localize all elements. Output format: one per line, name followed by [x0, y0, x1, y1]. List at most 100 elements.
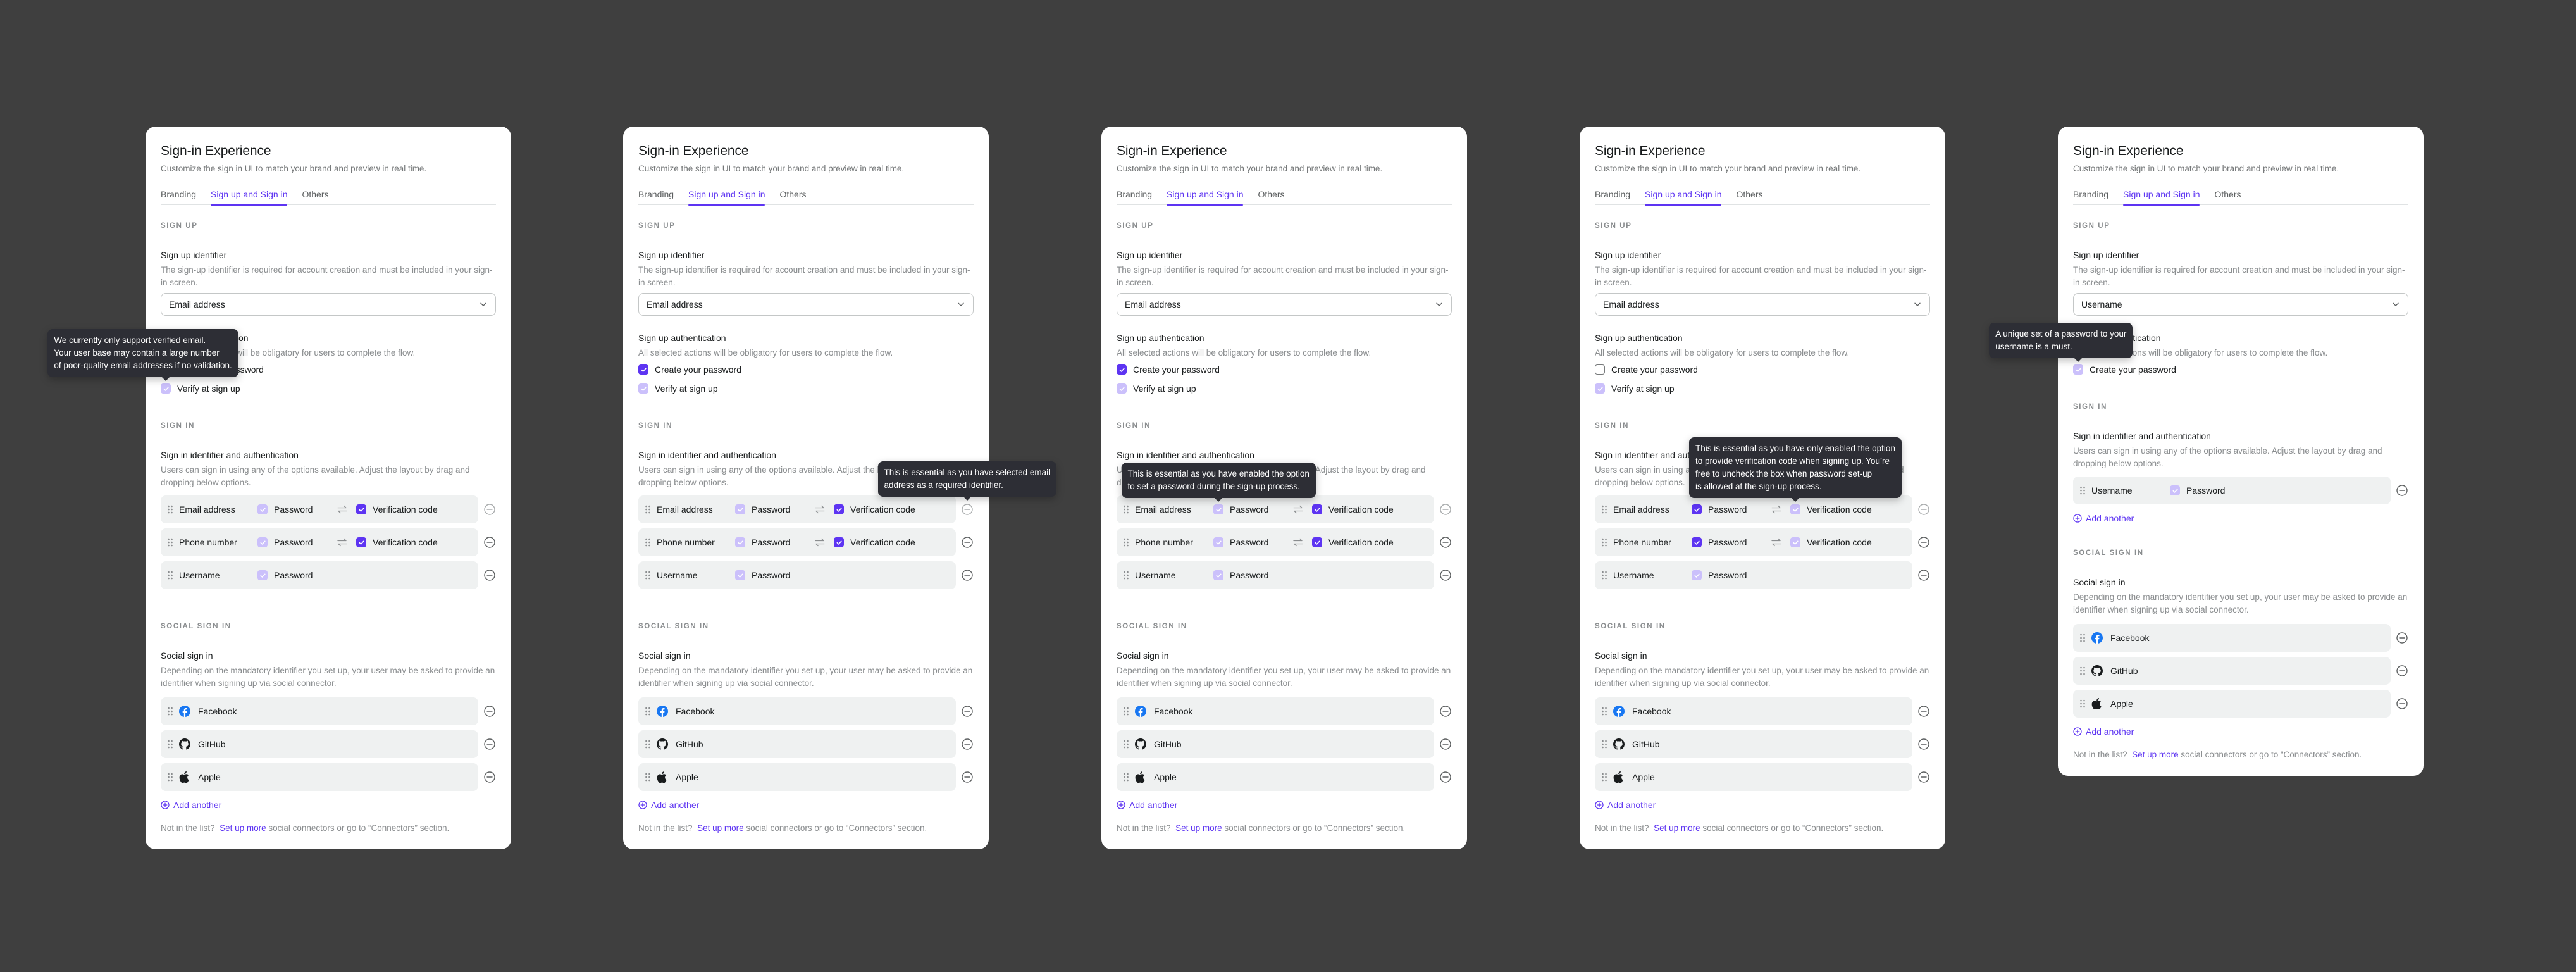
remove-connector-icon[interactable]: [2396, 664, 2408, 677]
swap-order-icon[interactable]: [336, 538, 349, 547]
create-password-option[interactable]: Create your password: [1595, 363, 1930, 376]
set-up-more-link[interactable]: Set up more: [2132, 750, 2179, 759]
sign-up-identifier-select[interactable]: Email address: [161, 293, 496, 316]
password-option[interactable]: Password: [257, 570, 330, 580]
swap-order-icon[interactable]: [814, 538, 826, 547]
drag-handle-icon[interactable]: [167, 571, 173, 580]
remove-connector-icon[interactable]: [1917, 705, 1930, 718]
drag-handle-icon[interactable]: [645, 740, 651, 749]
verification-code-checkbox[interactable]: [834, 504, 844, 514]
verification-code-option[interactable]: Verification code: [834, 537, 915, 547]
social-connector-row[interactable]: Apple: [2073, 690, 2391, 718]
add-social-connector-button[interactable]: Add another: [1595, 800, 1656, 810]
sign-in-identifier-row[interactable]: Username Password: [161, 561, 478, 589]
tab-branding[interactable]: Branding: [161, 189, 196, 205]
sign-in-identifier-row[interactable]: Username Password: [1117, 561, 1434, 589]
drag-handle-icon[interactable]: [2079, 633, 2086, 642]
tab-branding[interactable]: Branding: [1117, 189, 1152, 205]
verification-code-option[interactable]: Verification code: [1790, 537, 1872, 547]
sign-in-identifier-row[interactable]: Phone number Password Verification code: [1595, 528, 1912, 556]
drag-handle-icon[interactable]: [645, 773, 651, 782]
remove-connector-icon[interactable]: [1439, 705, 1452, 718]
social-connector-row[interactable]: Facebook: [161, 697, 478, 725]
sign-in-identifier-row[interactable]: Username Password: [2073, 477, 2391, 504]
social-connector-row[interactable]: GitHub: [2073, 657, 2391, 685]
password-checkbox[interactable]: [1692, 537, 1702, 547]
drag-handle-icon[interactable]: [167, 538, 173, 547]
verify-at-sign-up-option[interactable]: Verify at sign up: [1595, 382, 1930, 395]
create-password-option[interactable]: Create your password: [2073, 363, 2408, 376]
verification-code-checkbox[interactable]: [1312, 537, 1322, 547]
sign-up-identifier-select[interactable]: Email address: [1595, 293, 1930, 316]
remove-identifier-icon[interactable]: [1439, 569, 1452, 582]
social-connector-row[interactable]: Apple: [638, 763, 956, 791]
tab-sign-up-and-sign-in[interactable]: Sign up and Sign in: [1645, 189, 1722, 206]
remove-connector-icon[interactable]: [1917, 738, 1930, 751]
password-option[interactable]: Password: [1692, 570, 1764, 580]
drag-handle-icon[interactable]: [2079, 486, 2086, 495]
sign-in-identifier-row[interactable]: Email address Password Verification code: [638, 495, 956, 523]
remove-connector-icon[interactable]: [483, 705, 496, 718]
password-option[interactable]: Password: [1213, 504, 1285, 514]
verification-code-checkbox[interactable]: [356, 504, 366, 514]
remove-identifier-icon[interactable]: [1439, 536, 1452, 549]
social-connector-row[interactable]: Facebook: [638, 697, 956, 725]
remove-connector-icon[interactable]: [2396, 697, 2408, 710]
drag-handle-icon[interactable]: [645, 505, 651, 514]
password-option[interactable]: Password: [1213, 570, 1285, 580]
verification-code-option[interactable]: Verification code: [356, 504, 438, 514]
social-connector-row[interactable]: Facebook: [1595, 697, 1912, 725]
remove-connector-icon[interactable]: [2396, 632, 2408, 644]
create-password-checkbox[interactable]: [1117, 364, 1127, 375]
add-sign-in-identifier-button[interactable]: Add another: [2073, 513, 2134, 523]
drag-handle-icon[interactable]: [645, 707, 651, 716]
swap-order-icon[interactable]: [814, 505, 826, 514]
drag-handle-icon[interactable]: [1123, 538, 1129, 547]
create-password-checkbox[interactable]: [638, 364, 648, 375]
password-option[interactable]: Password: [1692, 537, 1764, 547]
sign-in-identifier-row[interactable]: Email address Password Verification code: [161, 495, 478, 523]
tab-branding[interactable]: Branding: [638, 189, 674, 205]
remove-connector-icon[interactable]: [961, 771, 974, 783]
drag-handle-icon[interactable]: [1123, 773, 1129, 782]
sign-in-identifier-row[interactable]: Email address Password Verification code: [1595, 495, 1912, 523]
social-connector-row[interactable]: Apple: [161, 763, 478, 791]
password-option[interactable]: Password: [735, 570, 807, 580]
drag-handle-icon[interactable]: [645, 571, 651, 580]
swap-order-icon[interactable]: [1292, 505, 1304, 514]
swap-order-icon[interactable]: [1770, 538, 1783, 547]
swap-order-icon[interactable]: [336, 505, 349, 514]
tab-branding[interactable]: Branding: [1595, 189, 1630, 205]
password-option[interactable]: Password: [735, 537, 807, 547]
verification-code-option[interactable]: Verification code: [834, 504, 915, 514]
verification-code-option[interactable]: Verification code: [1312, 537, 1394, 547]
sign-in-identifier-row[interactable]: Username Password: [638, 561, 956, 589]
add-social-connector-button[interactable]: Add another: [161, 800, 221, 810]
sign-in-identifier-row[interactable]: Phone number Password Verification code: [638, 528, 956, 556]
set-up-more-link[interactable]: Set up more: [1654, 823, 1700, 833]
drag-handle-icon[interactable]: [645, 538, 651, 547]
drag-handle-icon[interactable]: [167, 505, 173, 514]
drag-handle-icon[interactable]: [1601, 707, 1607, 716]
social-connector-row[interactable]: Facebook: [1117, 697, 1434, 725]
sign-up-identifier-select[interactable]: Email address: [1117, 293, 1452, 316]
social-connector-row[interactable]: GitHub: [638, 730, 956, 758]
remove-connector-icon[interactable]: [961, 738, 974, 751]
drag-handle-icon[interactable]: [167, 773, 173, 782]
verification-code-checkbox[interactable]: [356, 537, 366, 547]
drag-handle-icon[interactable]: [1123, 707, 1129, 716]
password-option[interactable]: Password: [257, 504, 330, 514]
set-up-more-link[interactable]: Set up more: [697, 823, 744, 833]
remove-connector-icon[interactable]: [483, 771, 496, 783]
verify-at-sign-up-option[interactable]: Verify at sign up: [638, 382, 974, 395]
password-option[interactable]: Password: [1692, 504, 1764, 514]
tab-branding[interactable]: Branding: [2073, 189, 2108, 205]
add-social-connector-button[interactable]: Add another: [638, 800, 699, 810]
drag-handle-icon[interactable]: [1123, 571, 1129, 580]
drag-handle-icon[interactable]: [1601, 538, 1607, 547]
remove-identifier-icon[interactable]: [483, 536, 496, 549]
tab-sign-up-and-sign-in[interactable]: Sign up and Sign in: [211, 189, 288, 206]
drag-handle-icon[interactable]: [2079, 666, 2086, 675]
password-checkbox[interactable]: [1692, 504, 1702, 514]
password-option[interactable]: Password: [257, 537, 330, 547]
